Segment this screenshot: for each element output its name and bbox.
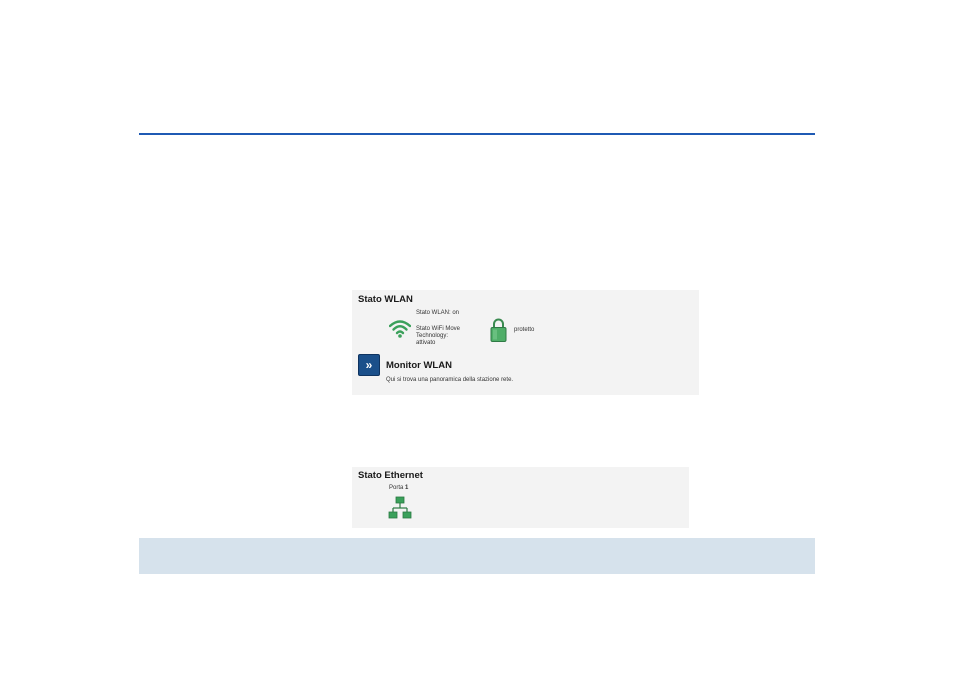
double-chevron-right-icon: »	[365, 358, 373, 372]
wifi-move-line-3: attivato	[416, 340, 436, 346]
monitor-wlan-button[interactable]: »	[358, 354, 380, 376]
security-status: protetto	[514, 327, 535, 333]
wifi-icon	[389, 320, 411, 338]
monitor-wlan-link[interactable]: Monitor WLAN	[386, 360, 452, 371]
port-prefix: Porta	[389, 485, 406, 491]
wlan-status-text: Stato WLAN: on	[416, 310, 460, 316]
lock-icon	[490, 318, 507, 342]
wifi-move-status: Stato WiFi Move Technology: attivato	[416, 326, 476, 347]
wifi-move-line-2: Technology:	[416, 333, 449, 339]
footer-bar	[139, 538, 815, 574]
wifi-move-line-1: Stato WiFi Move	[416, 326, 461, 332]
wlan-panel-title: Stato WLAN	[358, 294, 413, 305]
ethernet-status-panel: Stato Ethernet Porta 1	[352, 467, 689, 528]
network-icon	[388, 496, 412, 519]
port-number: 1	[405, 485, 409, 491]
wlan-status-panel: Stato WLAN Stato WLAN: on Stato WiFi Mov…	[352, 290, 699, 395]
top-divider	[139, 133, 815, 135]
ethernet-panel-title: Stato Ethernet	[358, 470, 423, 481]
monitor-wlan-description: Qui si trova una panoramica della stazio…	[386, 377, 514, 383]
port-label: Porta 1	[389, 485, 408, 492]
